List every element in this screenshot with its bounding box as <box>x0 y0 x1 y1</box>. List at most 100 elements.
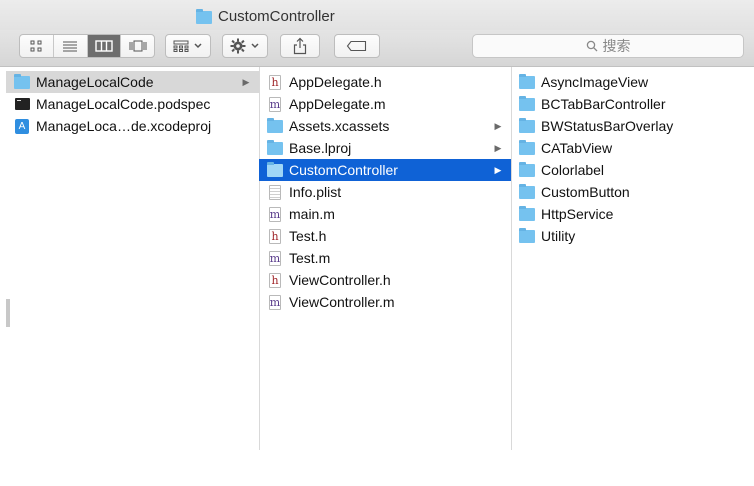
list-item[interactable]: h AppDelegate.h <box>259 71 511 93</box>
toolbar: 搜索 <box>0 30 754 67</box>
list-item-label: ManageLoca…de.xcodeproj <box>36 118 212 134</box>
folder-icon <box>519 161 535 177</box>
chevron-down-icon <box>251 43 259 49</box>
folder-icon <box>267 117 283 133</box>
coverflow-icon <box>129 40 147 52</box>
list-item[interactable]: Utility <box>511 225 754 247</box>
grid-icon <box>30 40 42 52</box>
list-item[interactable]: BWStatusBarOverlay <box>511 115 754 137</box>
list-item-label: Assets.xcassets <box>289 118 390 134</box>
search-field[interactable]: 搜索 <box>472 34 744 58</box>
list-item[interactable]: m main.m <box>259 203 511 225</box>
list-item-label: HttpService <box>541 206 614 222</box>
list-item[interactable]: Base.lproj ▶ <box>259 137 511 159</box>
disclosure-arrow-icon: ▶ <box>494 164 502 175</box>
column-view-button[interactable] <box>87 35 122 57</box>
list-item-label: main.m <box>289 206 335 222</box>
folder-icon <box>14 73 30 89</box>
title-bar: CustomController <box>0 0 754 30</box>
list-item-label: AsyncImageView <box>541 74 649 90</box>
list-item[interactable]: h Test.h <box>259 225 511 247</box>
disclosure-arrow-icon: ▶ <box>494 142 502 153</box>
window-title-label: CustomController <box>218 7 335 25</box>
list-item-label: Test.h <box>289 228 327 244</box>
list-item-selected[interactable]: CustomController ▶ <box>259 159 511 181</box>
list-item[interactable]: CATabView <box>511 137 754 159</box>
arrange-button[interactable] <box>165 34 211 58</box>
list-item-label: BWStatusBarOverlay <box>541 118 674 134</box>
folder-icon <box>267 161 283 177</box>
folder-icon <box>267 139 283 155</box>
terminal-icon <box>14 98 30 110</box>
window-title: CustomController <box>196 6 335 26</box>
list-item-label: AppDelegate.m <box>289 96 386 112</box>
column-3: AsyncImageView BCTabBarController BWStat… <box>511 67 754 450</box>
folder-icon <box>519 183 535 199</box>
column-2: h AppDelegate.h m AppDelegate.m Assets.x… <box>259 67 512 450</box>
list-item-label: Colorlabel <box>541 162 605 178</box>
disclosure-arrow-icon: ▶ <box>494 120 502 131</box>
list-item-label: ManageLocalCode <box>36 74 154 90</box>
xcodeproj-icon: A <box>15 118 29 134</box>
list-item[interactable]: m ViewController.m <box>259 291 511 313</box>
implementation-file-icon: m <box>269 294 281 310</box>
list-item-label: Base.lproj <box>289 140 352 156</box>
list-item[interactable]: AsyncImageView <box>511 71 754 93</box>
folder-icon <box>519 117 535 133</box>
list-item[interactable]: BCTabBarController <box>511 93 754 115</box>
footer-area <box>0 450 754 486</box>
chevron-down-icon <box>194 43 202 49</box>
list-item-label: CustomButton <box>541 184 630 200</box>
gear-icon <box>230 38 246 54</box>
action-button[interactable] <box>222 34 268 58</box>
list-item-label: Utility <box>541 228 576 244</box>
icon-view-button[interactable] <box>20 35 54 57</box>
folder-icon <box>519 95 535 111</box>
column-1: ManageLocalCode ▶ ManageLocalCode.podspe… <box>6 67 260 450</box>
implementation-file-icon: m <box>269 250 281 266</box>
list-item[interactable]: m Test.m <box>259 247 511 269</box>
folder-icon <box>519 227 535 243</box>
list-item-label: ViewController.m <box>289 294 395 310</box>
folder-icon <box>519 205 535 221</box>
list-item-label: AppDelegate.h <box>289 74 382 90</box>
coverflow-view-button[interactable] <box>121 35 154 57</box>
share-icon <box>293 37 307 55</box>
columns-icon <box>95 40 113 52</box>
header-file-icon: h <box>269 228 281 244</box>
implementation-file-icon: m <box>269 206 281 222</box>
list-view-button[interactable] <box>54 35 88 57</box>
list-item[interactable]: m AppDelegate.m <box>259 93 511 115</box>
search-icon <box>586 40 597 52</box>
implementation-file-icon: m <box>269 96 281 112</box>
list-item[interactable]: Colorlabel <box>511 159 754 181</box>
list-item-label: ManageLocalCode.podspec <box>36 96 211 112</box>
list-item-label: Test.m <box>289 250 331 266</box>
share-button[interactable] <box>280 34 320 58</box>
list-item[interactable]: Assets.xcassets ▶ <box>259 115 511 137</box>
edit-tags-button[interactable] <box>334 34 380 58</box>
folder-icon <box>196 8 212 24</box>
tag-icon <box>346 40 367 52</box>
list-item-label: CATabView <box>541 140 613 156</box>
list-item-label: BCTabBarController <box>541 96 666 112</box>
list-item-xcodeproj[interactable]: A ManageLoca…de.xcodeproj <box>6 115 259 137</box>
arrange-grid-icon <box>173 40 189 52</box>
folder-icon <box>519 73 535 89</box>
list-item[interactable]: h ViewController.h <box>259 269 511 291</box>
list-icon <box>63 41 78 52</box>
search-placeholder: 搜索 <box>602 38 631 54</box>
disclosure-arrow-icon: ▶ <box>242 76 250 87</box>
plist-file-icon <box>269 184 281 200</box>
list-item-managelocalcode[interactable]: ManageLocalCode ▶ <box>6 71 259 93</box>
list-item-label: ViewController.h <box>289 272 391 288</box>
list-item[interactable]: HttpService <box>511 203 754 225</box>
header-file-icon: h <box>269 272 281 288</box>
list-item[interactable]: CustomButton <box>511 181 754 203</box>
column-browser: ManageLocalCode ▶ ManageLocalCode.podspe… <box>0 67 754 450</box>
list-item[interactable]: Info.plist <box>259 181 511 203</box>
header-file-icon: h <box>269 74 281 90</box>
list-item-label: CustomController <box>289 162 398 178</box>
view-mode-segmented-control[interactable] <box>19 34 155 58</box>
list-item-podspec[interactable]: ManageLocalCode.podspec <box>6 93 259 115</box>
